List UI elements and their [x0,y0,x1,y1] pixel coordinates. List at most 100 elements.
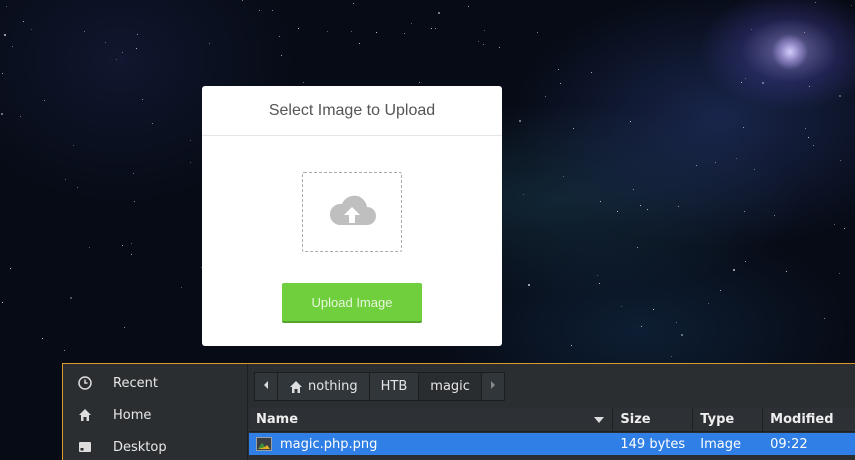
star [133,173,134,174]
star [678,206,679,207]
column-type[interactable]: Type [693,408,764,431]
star [715,162,716,163]
star [571,345,572,346]
sidebar-item-label: Recent [113,375,158,391]
star [681,334,683,336]
star [134,201,135,202]
desktop-icon [77,439,93,455]
star [6,6,7,7]
star [124,327,125,328]
sidebar-item-desktop[interactable]: Desktop [63,431,247,460]
star [808,137,809,138]
star [327,31,328,32]
star [745,78,746,79]
star [438,12,440,14]
sidebar-item-recent[interactable]: Recent [63,367,247,399]
star [353,3,354,4]
star [411,23,412,24]
upload-image-button[interactable]: Upload Image [282,283,422,323]
star [190,140,191,141]
path-crumb-nothing[interactable]: nothing [277,372,370,401]
star [809,86,810,87]
places-sidebar: Recent Home Desktop [63,364,248,460]
star [12,46,13,47]
star [617,211,618,212]
sidebar-item-label: Desktop [113,439,167,455]
path-forward-button[interactable] [480,372,505,401]
star [116,59,117,60]
column-name-label: Name [256,412,299,427]
path-back-button[interactable] [254,372,278,401]
star [824,318,825,319]
path-crumb-label: magic [430,379,470,394]
star [599,283,600,284]
star [419,82,420,83]
file-size: 149 bytes [620,436,686,452]
column-name[interactable]: Name [249,408,614,431]
star [743,127,744,128]
star [840,160,841,161]
star [597,275,598,276]
star [805,128,806,129]
star [152,123,153,124]
home-icon [77,407,93,423]
chevron-right-icon [489,379,497,394]
star [804,32,805,33]
star [633,189,634,190]
star [44,100,45,101]
column-size[interactable]: Size [613,408,694,431]
image-dropzone[interactable] [302,172,402,252]
star [272,10,273,11]
modal-title: Select Image to Upload [202,86,502,136]
file-row-selected[interactable]: magic.php.png 149 bytes Image 09:22 [249,433,855,455]
star [142,99,143,100]
star [545,96,546,97]
star [122,245,123,246]
chevron-left-icon [262,379,270,394]
upload-modal: Select Image to Upload Upload Image [202,86,502,346]
path-crumb-htb[interactable]: HTB [368,372,420,401]
star [89,247,90,248]
star [844,228,845,229]
star [754,169,755,170]
star [484,30,485,31]
star [303,82,304,83]
star [720,290,721,291]
star [528,284,530,286]
star [558,69,559,70]
star [351,31,352,32]
home-icon [289,380,303,394]
star [621,306,622,307]
star [537,32,538,33]
cloud-upload-icon [327,193,377,231]
path-crumb-label: nothing [308,379,358,394]
star [77,187,78,188]
star [10,268,11,269]
star [786,271,787,272]
star [122,52,123,53]
star [573,128,574,129]
star [281,55,282,56]
star [741,82,742,83]
image-file-icon [256,437,272,451]
star [744,211,745,212]
star [65,179,66,180]
star [435,28,436,29]
star [560,83,561,84]
path-crumb-magic[interactable]: magic [418,372,482,401]
star [733,269,735,271]
star [696,165,697,166]
file-name-cell: magic.php.png [249,433,613,455]
star [431,28,432,29]
star [1,113,3,115]
star [137,34,138,35]
star [84,31,85,32]
star [834,224,835,225]
star [483,44,484,45]
column-modified[interactable]: Modified [763,408,855,431]
star [105,42,106,43]
sidebar-item-home[interactable]: Home [63,399,247,431]
file-list-pane: nothing HTB magic Name Size Type Modifie… [249,364,855,460]
star [637,247,638,248]
star [815,2,816,3]
